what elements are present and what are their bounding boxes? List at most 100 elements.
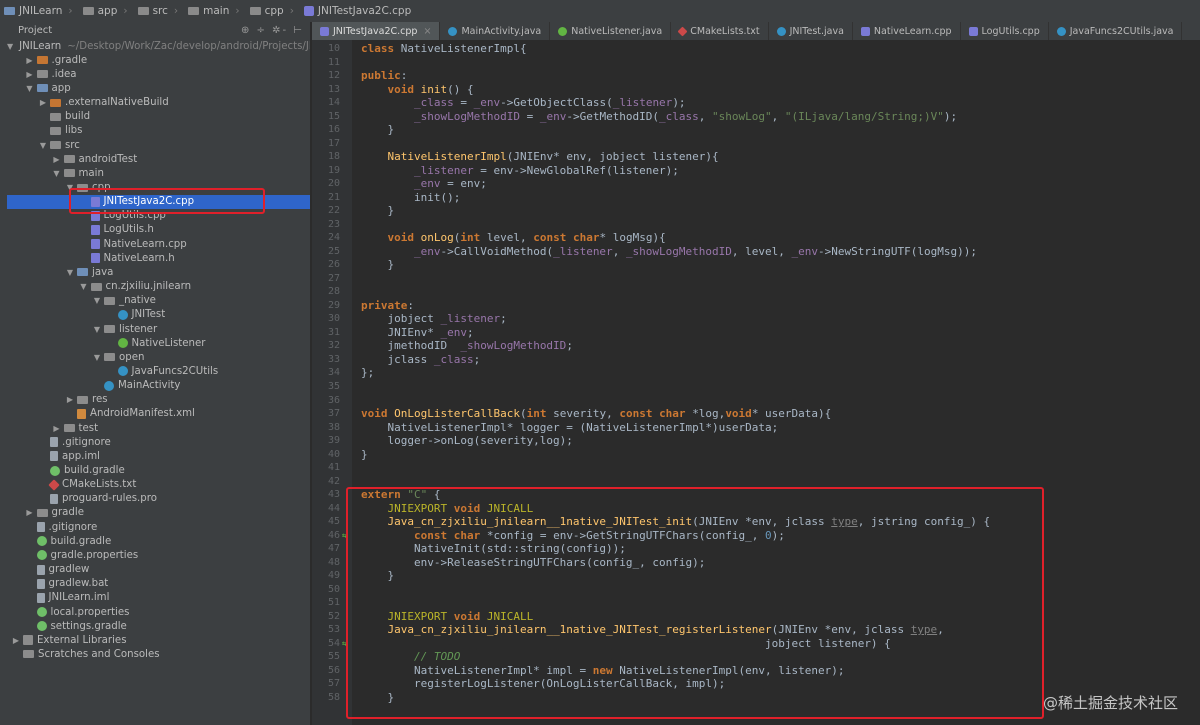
- chevron-right-icon[interactable]: ▶: [65, 395, 75, 404]
- tree-item[interactable]: build: [7, 110, 310, 124]
- editor-tab[interactable]: LogUtils.cpp: [961, 22, 1049, 40]
- tree-item-label: gradlew.bat: [48, 578, 109, 590]
- tree-item[interactable]: NativeLearn.cpp: [7, 237, 310, 251]
- editor-tab[interactable]: NativeLearn.cpp: [853, 22, 961, 40]
- tree-item[interactable]: AndroidManifest.xml: [7, 407, 310, 421]
- tab-label: JavaFuncs2CUtils.java: [1069, 25, 1174, 37]
- chevron-right-icon[interactable]: ▶: [52, 155, 62, 164]
- chevron-down-icon[interactable]: ▼: [65, 268, 75, 277]
- tree-item[interactable]: ▼ app: [7, 81, 310, 95]
- code-token: ;: [500, 312, 507, 326]
- editor-tab[interactable]: JNITest.java: [769, 22, 853, 40]
- tree-item[interactable]: JNILearn.iml: [7, 591, 310, 605]
- tree-item[interactable]: NativeLearn.h: [7, 251, 310, 265]
- tree-item[interactable]: libs: [7, 124, 310, 138]
- tree-item[interactable]: gradlew.bat: [7, 577, 310, 591]
- chevron-right-icon[interactable]: ▶: [25, 56, 35, 65]
- code-token: "showLog": [712, 109, 772, 123]
- tree-item[interactable]: .gitignore: [7, 520, 310, 534]
- code-token: // TODO: [413, 650, 461, 664]
- tree-item[interactable]: ▼ listener: [7, 322, 310, 336]
- code-editor[interactable]: class NativeListenerImpl{public: void in…: [352, 40, 1200, 725]
- chevron-down-icon[interactable]: ▼: [7, 42, 13, 51]
- code-token: ,: [937, 623, 944, 637]
- code-line: Java_cn_zjxiliu_jnilearn__1native_JNITes…: [361, 623, 944, 637]
- tree-item[interactable]: MainActivity: [7, 379, 310, 393]
- breadcrumb-item[interactable]: src ›: [134, 5, 185, 17]
- editor-tab[interactable]: MainActivity.java: [440, 22, 551, 40]
- left-tool-strip[interactable]: [0, 38, 7, 725]
- line-number: 46: [327, 529, 340, 541]
- project-panel-tools[interactable]: ⊕ ÷ ✲- ⊢: [241, 25, 304, 36]
- tree-item[interactable]: ▶ test: [7, 421, 310, 435]
- chevron-down-icon[interactable]: ▼: [25, 84, 35, 93]
- chevron-down-icon[interactable]: ▼: [79, 282, 89, 291]
- editor-tab[interactable]: JavaFuncs2CUtils.java: [1049, 22, 1183, 40]
- chevron-right-icon[interactable]: ▶: [11, 636, 21, 645]
- tree-item[interactable]: ▶ .gradle: [7, 53, 310, 67]
- tree-item[interactable]: NativeListener: [7, 336, 310, 350]
- tree-item[interactable]: ▼ open: [7, 350, 310, 364]
- editor-tab[interactable]: JNITestJava2C.cpp ×: [312, 22, 441, 40]
- tree-item[interactable]: settings.gradle: [7, 619, 310, 633]
- editor-tab[interactable]: NativeListener.java: [550, 22, 672, 40]
- tree-item[interactable]: JNITestJava2C.cpp: [7, 194, 310, 209]
- tree-item[interactable]: local.properties: [7, 605, 310, 619]
- tree-item[interactable]: ▼ JNILearn ~/Desktop/Work/Zac/develop/andr…: [7, 39, 310, 53]
- tree-item[interactable]: Scratches and Consoles: [7, 647, 310, 661]
- tree-item[interactable]: JavaFuncs2CUtils: [7, 364, 310, 378]
- tree-item[interactable]: ▶ gradle: [7, 506, 310, 520]
- tree-item[interactable]: proguard-rules.pro: [7, 492, 310, 506]
- tree-item[interactable]: CMakeLists.txt: [7, 478, 310, 492]
- tree-item[interactable]: ▼ cn.zjxiliu.jnilearn: [7, 280, 310, 294]
- close-tab-icon[interactable]: ×: [423, 26, 431, 37]
- chevron-down-icon[interactable]: ▼: [92, 296, 102, 305]
- tree-item[interactable]: JNITest: [7, 308, 310, 322]
- module-folder-icon: [36, 84, 48, 93]
- breadcrumb-item[interactable]: main ›: [184, 5, 245, 17]
- project-view-selector[interactable]: Project: [18, 25, 52, 36]
- chevron-down-icon[interactable]: ▼: [92, 353, 102, 362]
- tree-item[interactable]: ▼ src: [7, 138, 310, 152]
- tree-item[interactable]: ▼ _native: [7, 294, 310, 308]
- chevron-down-icon[interactable]: ▼: [92, 325, 102, 334]
- breadcrumb-item[interactable]: JNITestJava2C.cpp: [300, 5, 417, 17]
- tree-item[interactable]: ▶ .idea: [7, 67, 310, 81]
- chevron-right-icon[interactable]: ▶: [25, 70, 35, 79]
- tree-item[interactable]: ▶ res: [7, 393, 310, 407]
- tree-item[interactable]: build.gradle: [7, 534, 310, 548]
- chevron-right-icon[interactable]: ▶: [38, 98, 48, 107]
- chevron-down-icon[interactable]: ▼: [65, 183, 75, 192]
- jni-navigate-icon[interactable]: ⇆: [342, 529, 350, 543]
- tree-item[interactable]: build.gradle: [7, 464, 310, 478]
- file-type-icon: [776, 26, 786, 36]
- tree-item[interactable]: ▶ androidTest: [7, 152, 310, 166]
- jni-navigate-icon[interactable]: ⇆: [342, 637, 350, 651]
- line-number: 23: [327, 218, 340, 230]
- tree-item[interactable]: ▼ cpp: [7, 181, 310, 195]
- breadcrumb-item[interactable]: app ›: [79, 5, 134, 17]
- line-number: 29: [327, 299, 340, 311]
- folder-icon: [77, 183, 88, 192]
- tree-item[interactable]: ▶ External Libraries: [7, 633, 310, 647]
- tree-item[interactable]: gradle.properties: [7, 548, 310, 562]
- code-token: extern: [361, 488, 408, 502]
- chevron-right-icon[interactable]: ▶: [52, 424, 62, 433]
- breadcrumb-separator-icon: ›: [68, 5, 73, 17]
- tree-item[interactable]: LogUtils.h: [7, 223, 310, 237]
- chevron-right-icon[interactable]: ▶: [25, 508, 35, 517]
- breadcrumb-item[interactable]: JNILearn ›: [0, 5, 79, 17]
- tree-item[interactable]: app.iml: [7, 449, 310, 463]
- chevron-down-icon[interactable]: ▼: [52, 169, 62, 178]
- tree-item[interactable]: ▶ .externalNativeBuild: [7, 96, 310, 110]
- chevron-down-icon[interactable]: ▼: [38, 141, 48, 150]
- file-icon: [36, 592, 45, 603]
- tree-item[interactable]: ▼ main: [7, 166, 310, 180]
- tree-item[interactable]: .gitignore: [7, 435, 310, 449]
- editor-tab[interactable]: CMakeLists.txt: [671, 22, 769, 40]
- tree-item[interactable]: ▼ java: [7, 265, 310, 279]
- breadcrumb-item[interactable]: cpp ›: [246, 5, 300, 17]
- tree-item[interactable]: gradlew: [7, 563, 310, 577]
- tree-item[interactable]: LogUtils.cpp: [7, 209, 310, 223]
